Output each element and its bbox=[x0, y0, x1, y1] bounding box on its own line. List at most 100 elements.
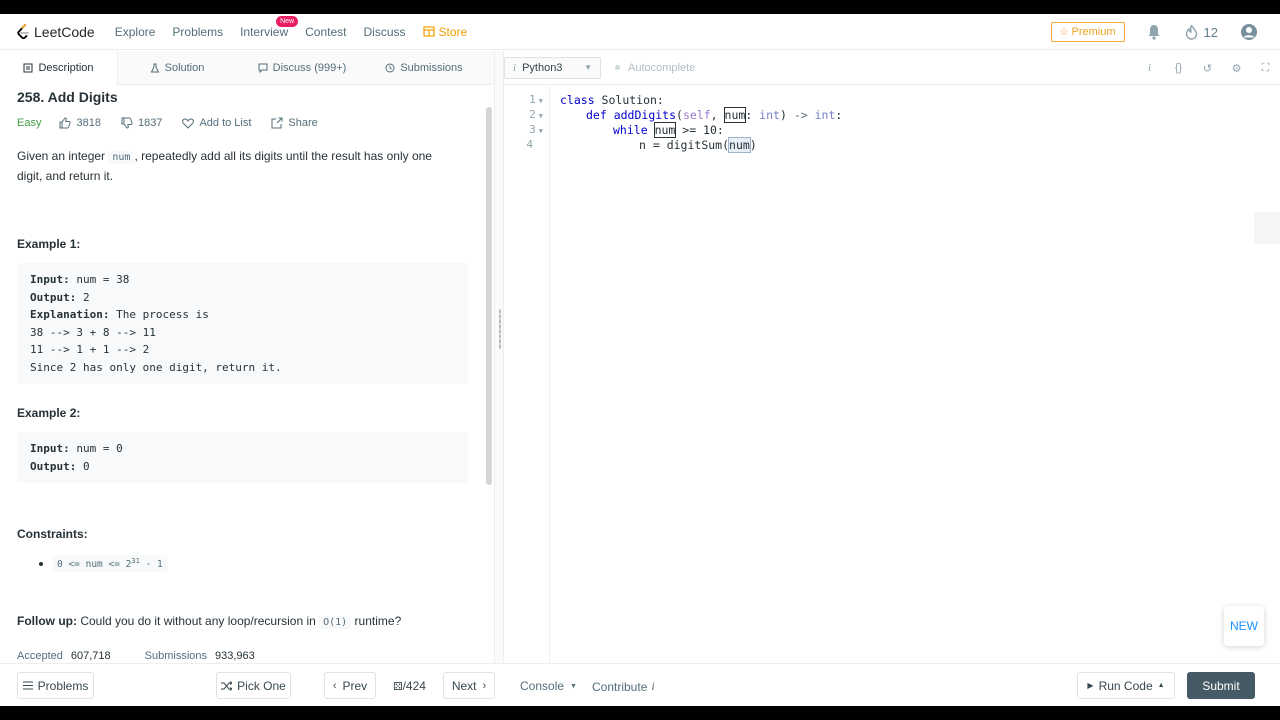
call-fn: digitSum bbox=[666, 138, 723, 152]
example-2-heading: Example 2: bbox=[17, 406, 81, 420]
side-panel-tab[interactable] bbox=[1254, 212, 1280, 244]
paren-close: ) bbox=[779, 108, 794, 122]
arrow: -> bbox=[793, 108, 808, 122]
nav-explore[interactable]: Explore bbox=[115, 25, 156, 39]
line-number: 1 ▼ bbox=[529, 93, 543, 106]
ex2-input-label: Input: bbox=[30, 442, 70, 455]
difficulty-badge: Easy bbox=[17, 117, 42, 129]
braces-icon[interactable]: {} bbox=[1164, 62, 1193, 74]
share-label: Share bbox=[288, 117, 318, 129]
nav-interview-label: Interview bbox=[240, 24, 289, 39]
submissions-value: 933,963 bbox=[215, 650, 255, 663]
fold-icon[interactable]: ▼ bbox=[539, 97, 543, 105]
nav-contest[interactable]: Contest bbox=[305, 25, 346, 39]
code-line-4: n = digitSum(num) bbox=[639, 137, 757, 153]
thumbs-down-icon bbox=[121, 117, 133, 129]
list-icon bbox=[22, 681, 33, 690]
tab-discuss-label: Discuss (999+) bbox=[272, 61, 347, 74]
share-button[interactable]: Share bbox=[271, 117, 318, 129]
resizer-grip bbox=[499, 309, 501, 349]
premium-button[interactable]: ☆ Premium bbox=[1050, 22, 1125, 42]
chevron-down-icon: ▼ bbox=[584, 63, 592, 72]
console-toggle[interactable]: Console ▼ bbox=[520, 679, 577, 693]
return-type: int bbox=[814, 108, 836, 122]
top-navbar: LeetCode Explore Problems Interview New … bbox=[0, 14, 1280, 50]
nav-problems[interactable]: Problems bbox=[172, 25, 223, 39]
new-feature-button[interactable]: NEW bbox=[1224, 606, 1264, 646]
tab-submissions[interactable]: Submissions bbox=[368, 51, 480, 85]
problem-description: 258. Add Digits Easy 3818 1837 Add to Li… bbox=[17, 85, 477, 662]
settings-icon[interactable]: ⚙ bbox=[1222, 62, 1251, 75]
tab-description[interactable]: Description bbox=[0, 51, 118, 85]
index-icon: ⚄ bbox=[393, 680, 403, 693]
contribute-label: Contribute bbox=[592, 679, 648, 694]
prev-button[interactable]: ‹ Prev bbox=[324, 672, 376, 699]
followup-post: runtime? bbox=[351, 614, 402, 629]
fold-icon[interactable]: ▼ bbox=[539, 112, 543, 120]
call-arg: num bbox=[728, 137, 751, 153]
nav-discuss[interactable]: Discuss bbox=[363, 25, 405, 39]
accepted-label: Accepted bbox=[17, 650, 63, 663]
run-code-label: Run Code bbox=[1098, 678, 1153, 693]
thumbs-up-icon bbox=[59, 117, 72, 129]
problem-title: 258. Add Digits bbox=[17, 89, 118, 105]
dislike-count: 1837 bbox=[137, 117, 163, 129]
statement-pre: Given an integer bbox=[17, 149, 109, 163]
problem-index[interactable]: ⚄ /424 bbox=[393, 679, 426, 693]
colon: : bbox=[745, 108, 760, 122]
pick-one-button[interactable]: Pick One bbox=[216, 672, 291, 699]
premium-label: Premium bbox=[1071, 26, 1116, 38]
line-number-4: 4 bbox=[526, 138, 533, 151]
streak-counter[interactable]: 12 bbox=[1185, 24, 1218, 40]
kw-while: while bbox=[613, 123, 648, 137]
ex2-input-value: num = 0 bbox=[69, 442, 123, 455]
tab-discuss[interactable]: Discuss (999+) bbox=[236, 51, 368, 85]
star-icon: ☆ bbox=[1059, 26, 1069, 38]
autocomplete-toggle[interactable]: Autocomplete bbox=[615, 62, 695, 74]
while-cond: >= 10: bbox=[675, 123, 724, 137]
fullscreen-icon[interactable]: ⛶ bbox=[1251, 62, 1280, 75]
editor-tool-icons: i {} ↺ ⚙ ⛶ bbox=[1135, 51, 1280, 85]
paren-open: ( bbox=[676, 108, 683, 122]
info-icon[interactable]: i bbox=[1135, 62, 1164, 74]
avatar-icon[interactable] bbox=[1240, 23, 1258, 41]
bell-icon[interactable] bbox=[1147, 24, 1161, 40]
example-2-block: Input: num = 0 Output: 0 bbox=[17, 432, 468, 483]
tab-submissions-label: Submissions bbox=[400, 61, 463, 74]
assign: n = bbox=[639, 138, 667, 152]
language-select[interactable]: i Python3 ▼ bbox=[504, 56, 601, 79]
fold-icon[interactable]: ▼ bbox=[539, 127, 543, 135]
description-scrollbar[interactable] bbox=[486, 107, 492, 485]
follow-up: Follow up: Could you do it without any l… bbox=[17, 614, 477, 630]
problems-button[interactable]: Problems bbox=[17, 672, 94, 699]
while-var: num bbox=[653, 122, 677, 138]
followup-label: Follow up: bbox=[17, 614, 77, 629]
leetcode-logo[interactable]: LeetCode bbox=[16, 24, 95, 40]
next-button[interactable]: Next › bbox=[443, 672, 495, 699]
nav-interview[interactable]: Interview New bbox=[240, 15, 299, 39]
ex1-explanation-value: The process is bbox=[109, 308, 209, 321]
submit-button[interactable]: Submit bbox=[1187, 672, 1255, 699]
info-icon: i bbox=[651, 679, 655, 693]
example-1-block: Input: num = 38 Output: 2 Explanation: T… bbox=[17, 263, 468, 384]
nav-store[interactable]: Store bbox=[422, 25, 467, 39]
play-icon: ▶ bbox=[1087, 681, 1094, 690]
param-type: int bbox=[759, 108, 780, 122]
info-icon: i bbox=[513, 61, 517, 74]
dislike-button[interactable]: 1837 bbox=[121, 117, 162, 129]
constraint-pre: 0 <= num <= 2 bbox=[57, 559, 132, 571]
contribute-link[interactable]: Contribute i bbox=[592, 679, 655, 694]
statement-code: num bbox=[108, 151, 135, 164]
language-label: Python3 bbox=[522, 61, 563, 74]
reset-icon[interactable]: ↺ bbox=[1193, 62, 1222, 75]
ex1-line-2: 11 --> 1 + 1 --> 2 bbox=[30, 343, 150, 356]
run-code-button[interactable]: ▶ Run Code ▲ bbox=[1077, 672, 1175, 699]
panel-resizer[interactable] bbox=[494, 51, 504, 663]
ex1-output-label: Output: bbox=[30, 290, 77, 304]
add-to-list-button[interactable]: Add to List bbox=[182, 117, 251, 129]
line-gutter: 1 ▼ 2 ▼ 3 ▼ 4 bbox=[504, 86, 550, 663]
tab-solution[interactable]: Solution bbox=[118, 51, 236, 85]
constraint-sup: 31 bbox=[131, 557, 140, 565]
like-button[interactable]: 3818 bbox=[59, 117, 101, 129]
line-number-1: 1 bbox=[529, 93, 536, 106]
